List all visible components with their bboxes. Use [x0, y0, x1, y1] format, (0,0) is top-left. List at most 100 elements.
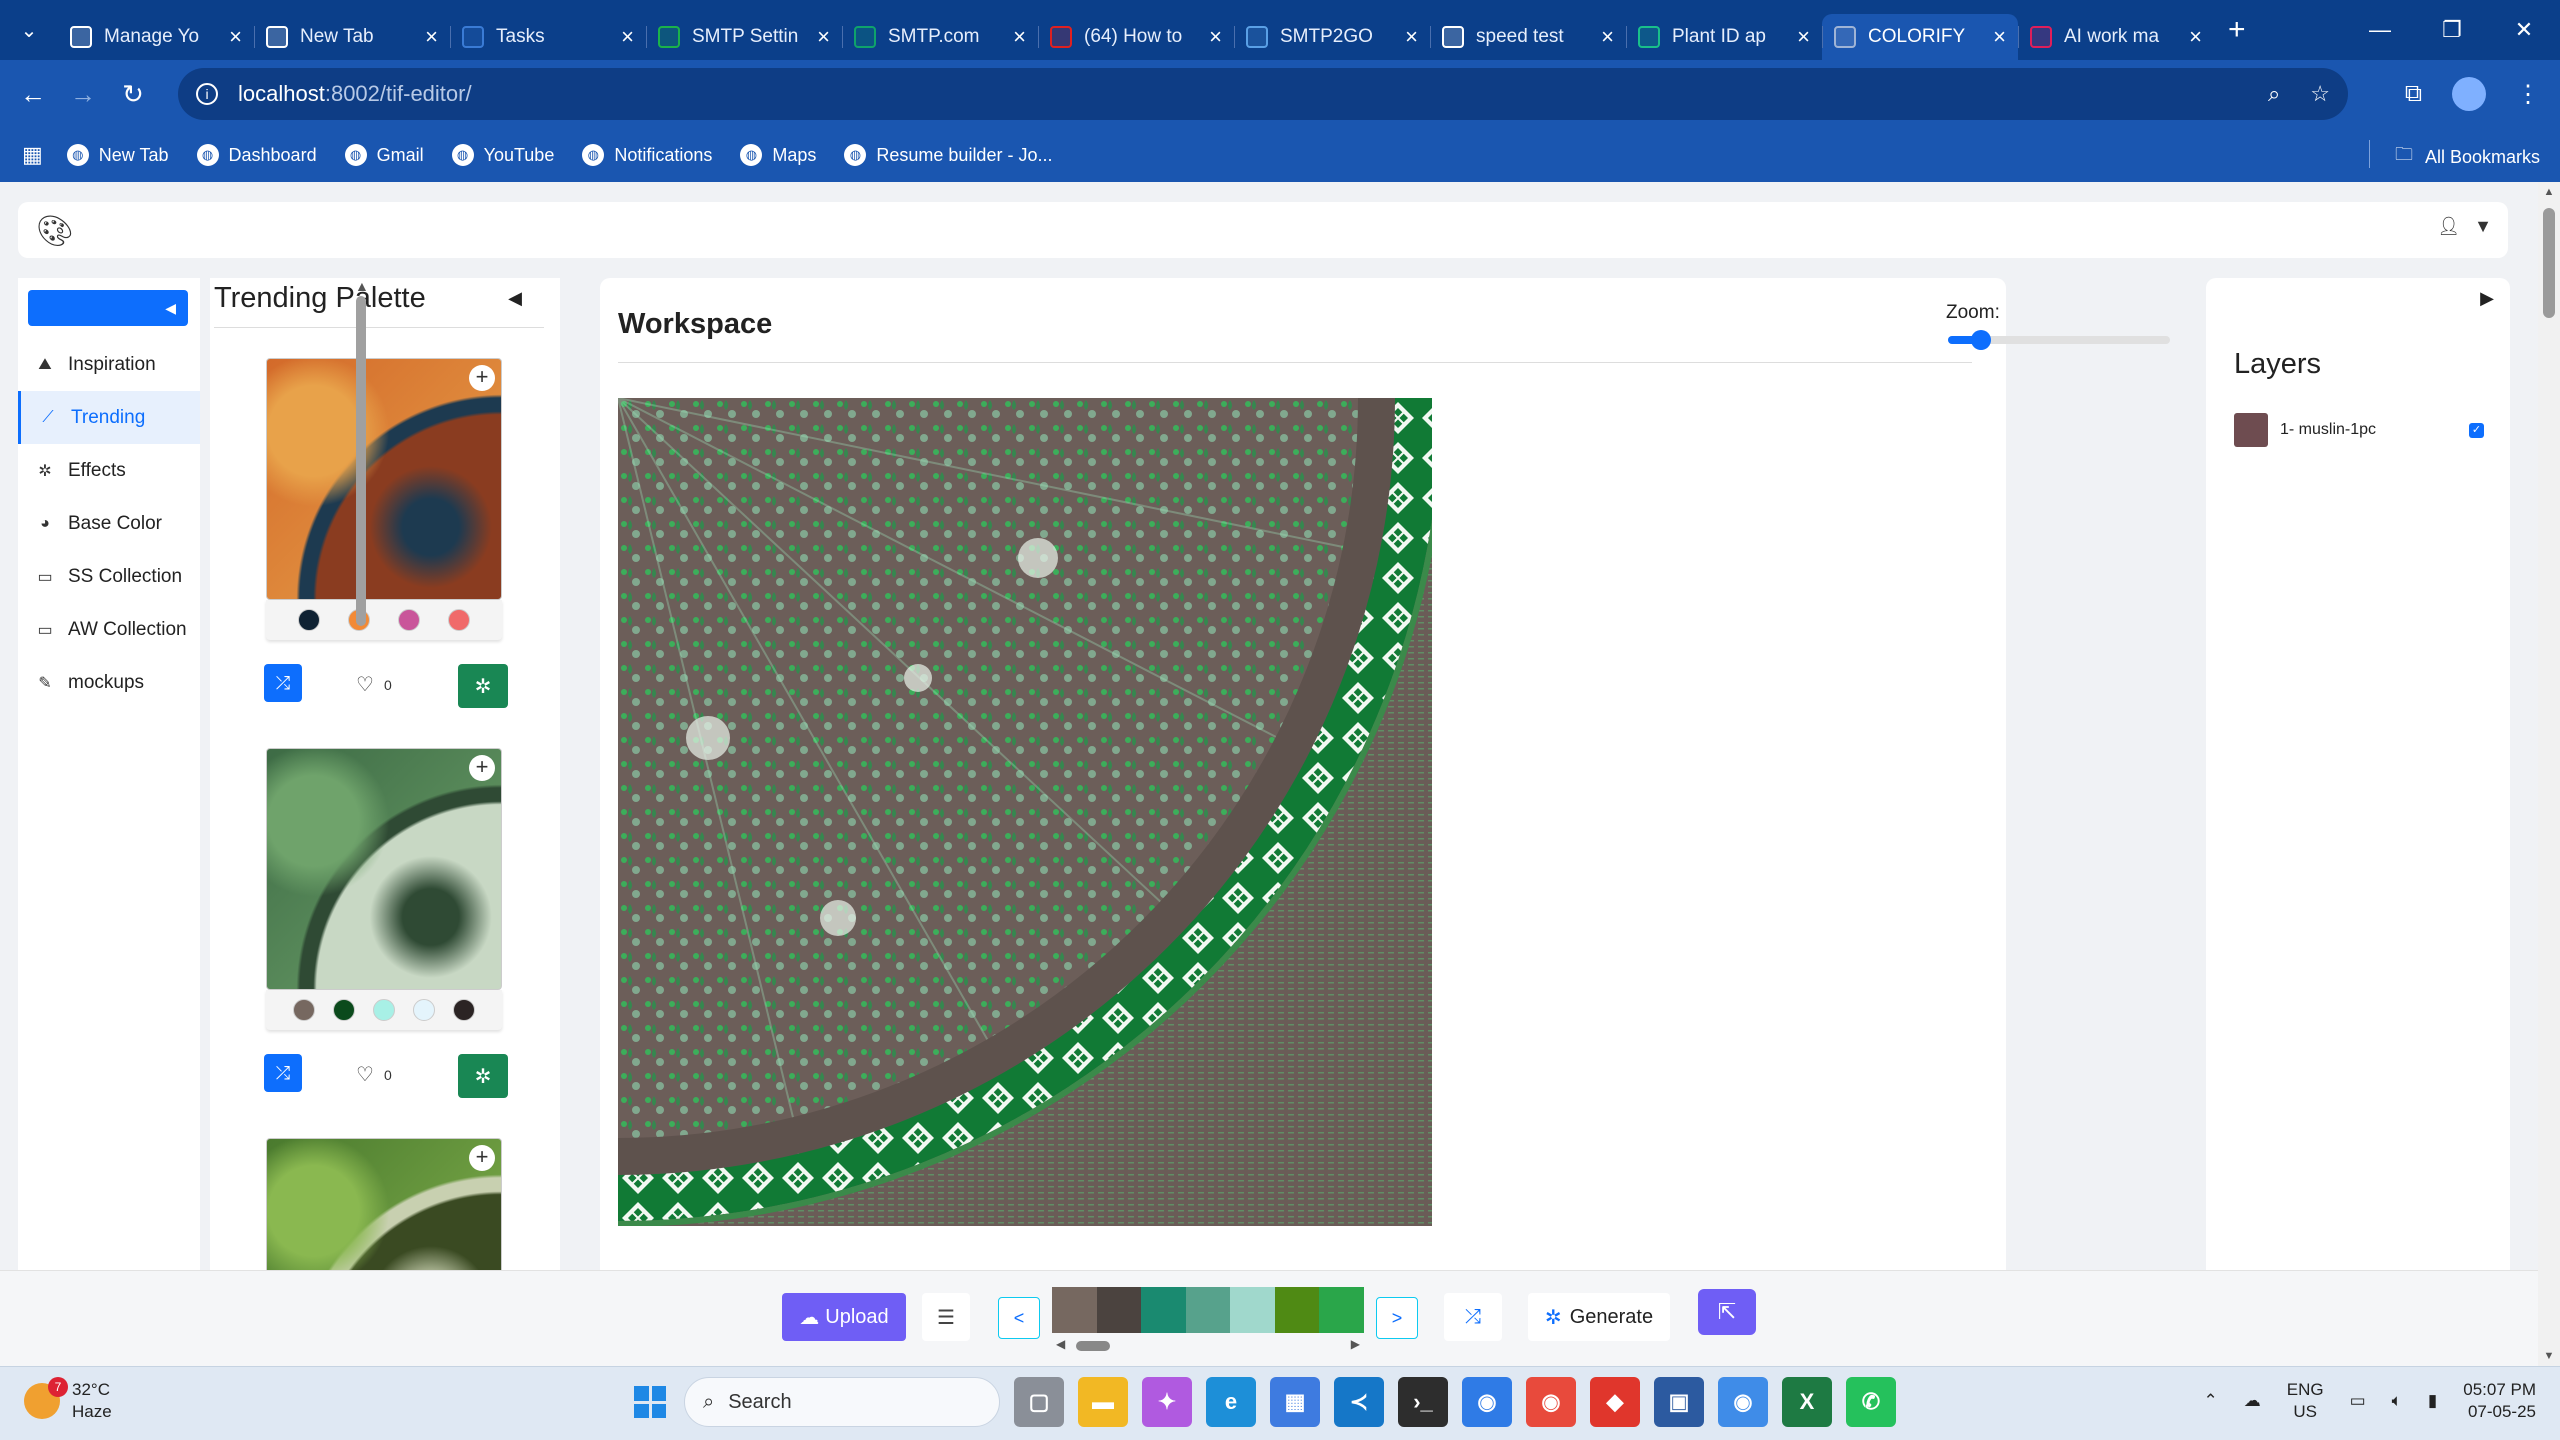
- scroll-up-icon[interactable]: ▲: [2538, 186, 2560, 198]
- copilot-icon[interactable]: ✦: [1142, 1377, 1192, 1427]
- all-bookmarks-button[interactable]: 🗀 All Bookmarks: [2395, 142, 2540, 172]
- file-explorer-icon[interactable]: ▬: [1078, 1377, 1128, 1427]
- scroll-up-icon[interactable]: ▲: [355, 278, 369, 294]
- design-canvas[interactable]: [618, 398, 1432, 1226]
- chevron-up-icon[interactable]: ⌃: [2204, 1391, 2218, 1411]
- close-tab-icon[interactable]: ×: [2189, 24, 2202, 50]
- browser-tab[interactable]: SMTP2GO ×: [1234, 14, 1430, 60]
- display-icon[interactable]: ▭: [2350, 1391, 2366, 1411]
- palette-prev-button[interactable]: <: [998, 1297, 1040, 1339]
- zoom-slider-knob[interactable]: [1971, 330, 1992, 350]
- bookmark-item[interactable]: ◍ Dashboard: [196, 144, 317, 166]
- sidebar-item-inspiration[interactable]: ⛰ Inspiration: [18, 338, 200, 391]
- remote-desktop-icon[interactable]: ▣: [1654, 1377, 1704, 1427]
- back-button[interactable]: ←: [8, 79, 58, 110]
- close-tab-icon[interactable]: ×: [1797, 24, 1810, 50]
- sidebar-item-ss-collection[interactable]: ▭ SS Collection: [18, 550, 200, 603]
- bookmark-item[interactable]: ◍ New Tab: [66, 144, 169, 166]
- color-swatch[interactable]: [448, 609, 470, 631]
- scroll-left-icon[interactable]: ◀: [1056, 1337, 1065, 1351]
- browser-tab[interactable]: AI work ma ×: [2018, 14, 2214, 60]
- bookmark-item[interactable]: ◍ Maps: [740, 144, 816, 166]
- close-tab-icon[interactable]: ×: [229, 24, 242, 50]
- browser-tab[interactable]: speed test ×: [1430, 14, 1626, 60]
- color-swatch[interactable]: [453, 999, 475, 1021]
- scrollbar-thumb[interactable]: [356, 296, 366, 626]
- generate-button[interactable]: ✲ Generate: [1528, 1293, 1670, 1341]
- reload-button[interactable]: ↻: [108, 79, 158, 110]
- forward-button[interactable]: →: [58, 79, 108, 110]
- page-scrollbar[interactable]: ▲ ▼: [2538, 182, 2560, 1366]
- weather-widget[interactable]: 7 32°C Haze: [24, 1377, 112, 1423]
- extensions-icon[interactable]: ⧉: [2405, 80, 2422, 108]
- layer-visibility-checkbox[interactable]: ✓: [2469, 422, 2484, 438]
- palette-color-block[interactable]: [1141, 1287, 1186, 1333]
- bookmark-item[interactable]: ◍ YouTube: [451, 144, 554, 166]
- close-tab-icon[interactable]: ×: [1405, 24, 1418, 50]
- language-indicator[interactable]: ENG US: [2287, 1379, 2324, 1423]
- collapse-panel-icon[interactable]: ◀: [508, 288, 522, 309]
- sidebar-item-trending[interactable]: ⟋ Trending: [18, 391, 200, 444]
- add-icon[interactable]: +: [469, 365, 495, 391]
- volume-icon[interactable]: 🔈︎: [2392, 1391, 2402, 1411]
- vscode-icon[interactable]: ≺: [1334, 1377, 1384, 1427]
- sidebar-item-effects[interactable]: ✲ Effects: [18, 444, 200, 497]
- battery-icon[interactable]: ▮: [2428, 1391, 2437, 1411]
- more-menu-icon[interactable]: ⋮: [2516, 80, 2540, 109]
- edge-icon[interactable]: e: [1206, 1377, 1256, 1427]
- onedrive-icon[interactable]: ☁: [2244, 1391, 2261, 1411]
- new-tab-button[interactable]: +: [2228, 13, 2246, 47]
- export-button[interactable]: ⇱: [1698, 1289, 1756, 1335]
- color-swatch[interactable]: [413, 999, 435, 1021]
- close-tab-icon[interactable]: ×: [621, 24, 634, 50]
- close-tab-icon[interactable]: ×: [817, 24, 830, 50]
- profile-avatar[interactable]: [2452, 77, 2486, 111]
- page-scrollbar-thumb[interactable]: [2543, 208, 2555, 318]
- excel-icon[interactable]: X: [1782, 1377, 1832, 1427]
- shuffle-button[interactable]: ⤮: [264, 664, 302, 702]
- color-swatch[interactable]: [373, 999, 395, 1021]
- tab-search-button[interactable]: ⌄: [10, 11, 48, 49]
- bookmark-item[interactable]: ◍ Notifications: [582, 144, 712, 166]
- browser-tab[interactable]: COLORIFY ×: [1822, 14, 2018, 60]
- shuffle-button[interactable]: ⤮: [264, 1054, 302, 1092]
- apply-palette-button[interactable]: ✲: [458, 664, 508, 708]
- layer-item[interactable]: 1- muslin-1pc ✓: [2234, 412, 2484, 448]
- bookmark-star-icon[interactable]: ☆: [2310, 81, 2330, 107]
- bookmark-item[interactable]: ◍ Gmail: [344, 144, 424, 166]
- address-bar[interactable]: i localhost:8002/tif-editor/ ⌕ ☆: [178, 68, 2348, 120]
- user-menu[interactable]: 👤︎ ▼: [2437, 216, 2492, 237]
- palette-color-block[interactable]: [1052, 1287, 1097, 1333]
- store-icon[interactable]: ▦: [1270, 1377, 1320, 1427]
- browser-tab[interactable]: New Tab ×: [254, 14, 450, 60]
- adjust-button[interactable]: ☰: [922, 1293, 970, 1341]
- palette-preview-image[interactable]: +: [266, 748, 502, 990]
- clock[interactable]: 05:07 PM 07-05-25: [2463, 1379, 2536, 1423]
- chrome-profile-icon[interactable]: ◉: [1526, 1377, 1576, 1427]
- task-view-icon[interactable]: ▢: [1014, 1377, 1064, 1427]
- terminal-icon[interactable]: ›_: [1398, 1377, 1448, 1427]
- zoom-magnifier-icon[interactable]: ⌕: [2268, 81, 2280, 107]
- close-tab-icon[interactable]: ×: [1993, 24, 2006, 50]
- browser-tab[interactable]: SMTP Settin ×: [646, 14, 842, 60]
- apply-palette-button[interactable]: ✲: [458, 1054, 508, 1098]
- taskbar-search[interactable]: ⌕ Search: [684, 1377, 1000, 1427]
- sidebar-item-base-color[interactable]: ◕ Base Color: [18, 497, 200, 550]
- color-swatch[interactable]: [298, 609, 320, 631]
- scroll-down-icon[interactable]: ▼: [2538, 1350, 2560, 1362]
- sidebar-item-aw-collection[interactable]: ▭ AW Collection: [18, 603, 200, 656]
- upload-button[interactable]: ☁ Upload: [782, 1293, 906, 1341]
- palette-preview-image[interactable]: +: [266, 358, 502, 600]
- anydesk-icon[interactable]: ◆: [1590, 1377, 1640, 1427]
- chrome-icon[interactable]: ◉: [1462, 1377, 1512, 1427]
- palette-color-block[interactable]: [1230, 1287, 1275, 1333]
- browser-tab[interactable]: SMTP.com ×: [842, 14, 1038, 60]
- browser-tab[interactable]: Plant ID ap ×: [1626, 14, 1822, 60]
- whatsapp-icon[interactable]: ✆: [1846, 1377, 1896, 1427]
- close-window-icon[interactable]: ✕: [2488, 17, 2560, 43]
- close-tab-icon[interactable]: ×: [425, 24, 438, 50]
- add-icon[interactable]: +: [469, 755, 495, 781]
- close-tab-icon[interactable]: ×: [1209, 24, 1222, 50]
- sidebar-collapse-button[interactable]: ◀: [28, 290, 188, 326]
- palette-next-button[interactable]: >: [1376, 1297, 1418, 1339]
